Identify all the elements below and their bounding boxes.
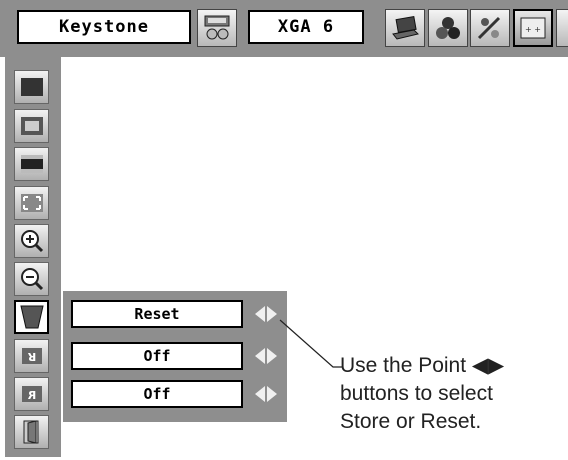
callout-line-1: Use the Point ◀▶ [340,354,505,377]
callout-line-3: Store or Reset. [340,410,482,433]
callout-line-2: buttons to select [340,382,493,405]
callout-text: Use the Point ◀▶ buttons to select Store… [340,352,565,436]
